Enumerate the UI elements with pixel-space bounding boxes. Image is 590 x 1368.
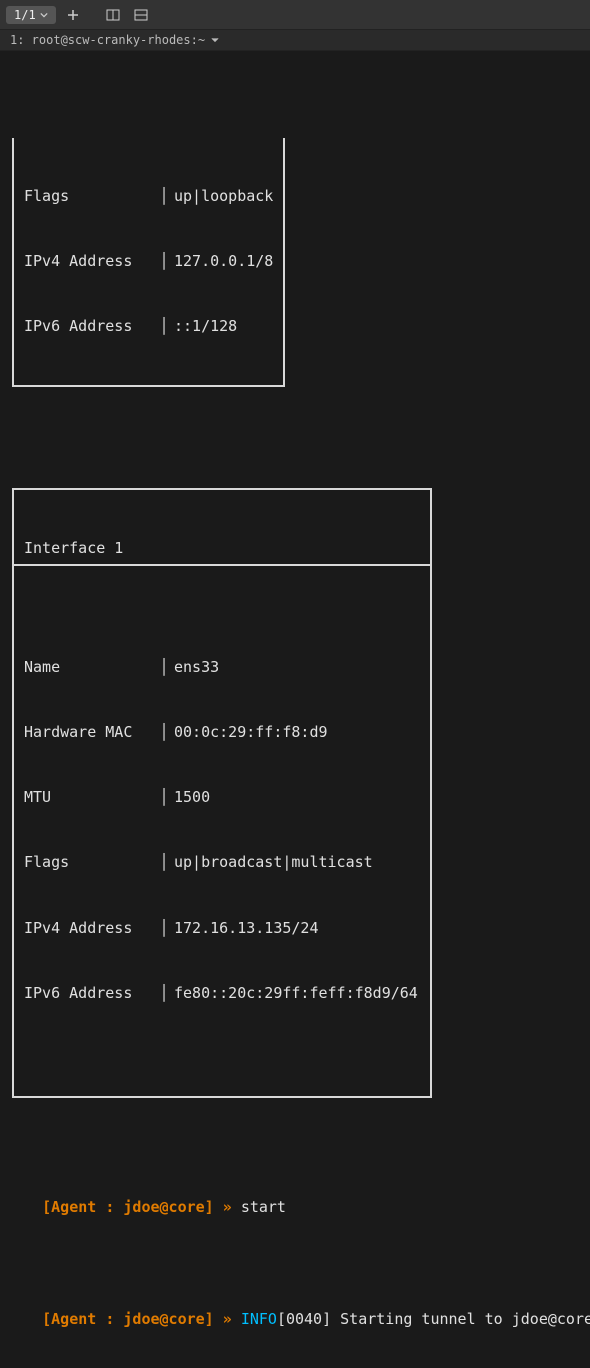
iface1-row-mac: Hardware MAC │ 00:0c:29:ff:f8:d9 [24,722,420,744]
pane-1-tab[interactable]: 1: root@scw-cranky-rhodes:~ [0,30,590,51]
iface1-row-name: Name │ ens33 [24,657,420,679]
agent-prompt-1: [Agent : jdoe@core] » start [6,1173,584,1242]
tab-counter[interactable]: 1/1 [6,6,56,24]
interface-0-box: Flags │ up|loopback IPv4 Address │ 127.0… [12,138,285,387]
terminal-pane-1[interactable]: Flags │ up|loopback IPv4 Address │ 127.0… [0,51,590,1368]
iface0-row-ipv6: IPv6 Address │ ::1/128 [24,316,273,338]
iface0-row-flags: Flags │ up|loopback [24,186,273,208]
new-tab-button[interactable] [62,4,84,26]
pane-1-tab-label: 1: root@scw-cranky-rhodes:~ [10,33,205,47]
log-message: Starting tunnel to jdoe@core [340,1310,590,1328]
agent-prompt-2: [Agent : jdoe@core] » INFO[0040] Startin… [6,1286,584,1355]
split-horizontal-icon [134,9,148,21]
split-vertical-icon [106,9,120,21]
iface1-row-ipv6: IPv6 Address │ fe80::20c:29ff:feff:f8d9/… [24,983,420,1005]
plus-icon [67,9,79,21]
split-horizontal-button[interactable] [130,4,152,26]
interface-1-box: Interface 1 Name │ ens33 Hardware MAC │ … [12,488,432,1097]
iface1-row-flags: Flags │ up|broadcast|multicast [24,852,420,874]
tab-count-text: 1/1 [14,8,36,22]
interface-1-header: Interface 1 [14,534,430,566]
iface1-row-mtu: MTU │ 1500 [24,787,420,809]
caret-down-icon [40,11,48,19]
command-start: start [241,1198,286,1216]
log-code: [0040] [277,1310,331,1328]
iface0-row-ipv4: IPv4 Address │ 127.0.0.1/8 [24,251,273,273]
iface1-row-ipv4: IPv4 Address │ 172.16.13.135/24 [24,918,420,940]
top-toolbar: 1/1 [0,0,590,30]
caret-down-icon [211,33,219,47]
log-level: INFO [241,1310,277,1328]
split-vertical-button[interactable] [102,4,124,26]
